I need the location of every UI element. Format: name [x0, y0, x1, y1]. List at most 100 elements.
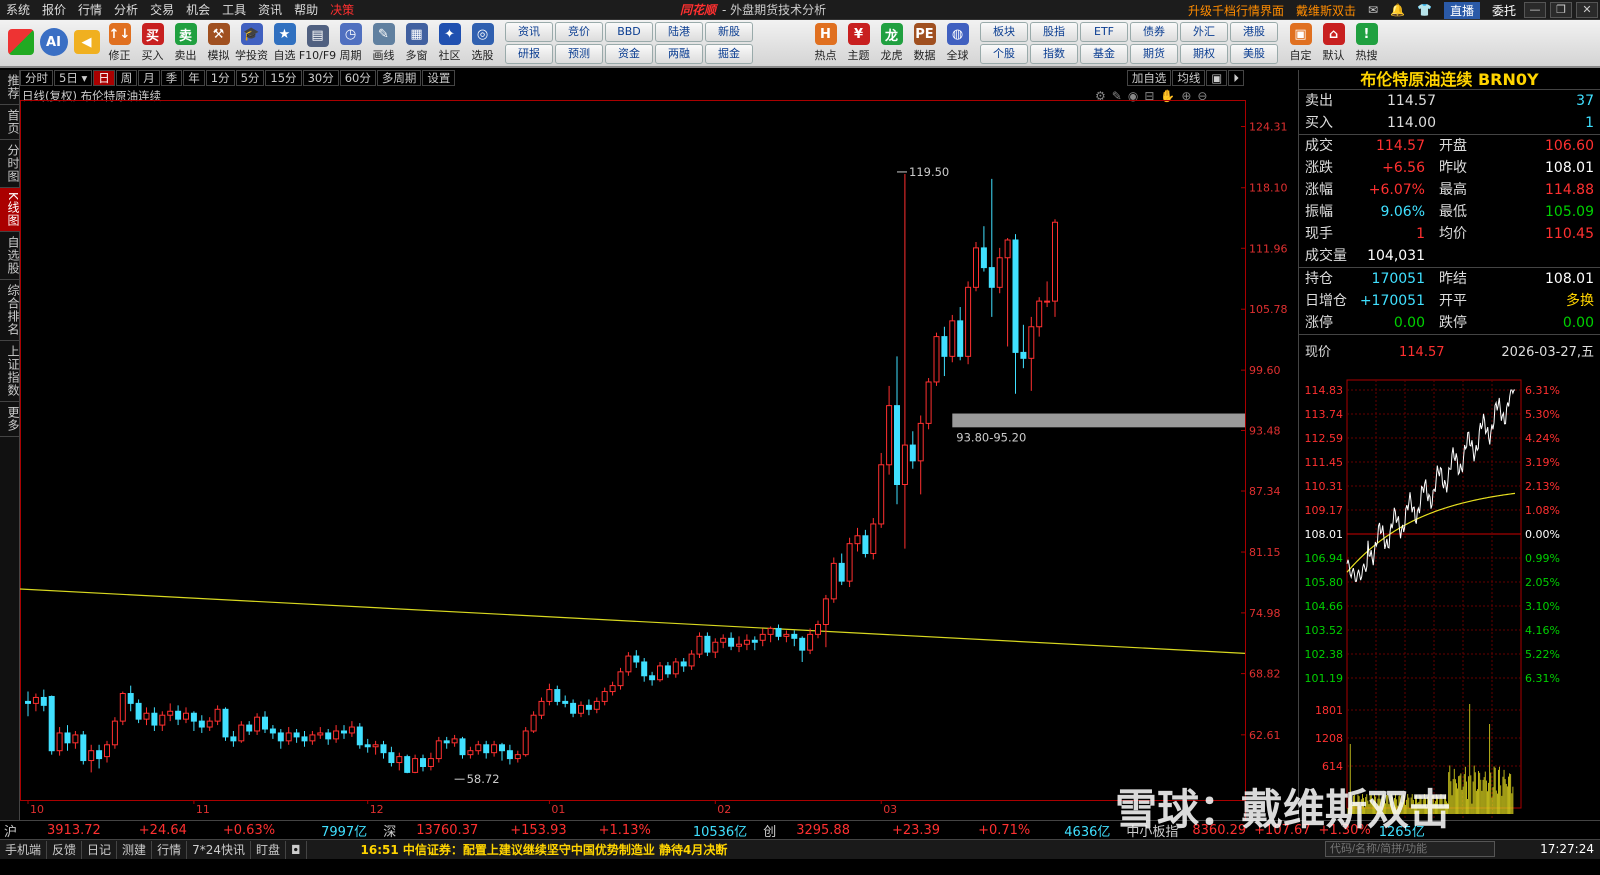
buttons-button-7[interactable]: ◷ 周期: [334, 20, 367, 66]
upgrade-link[interactable]: 升级千档行情界面: [1188, 2, 1284, 19]
bottom-tab-watch[interactable]: 盯盘: [251, 840, 286, 859]
grid2-item-6[interactable]: 个股: [980, 44, 1028, 64]
ai-button[interactable]: AI: [37, 20, 70, 66]
grid2-item-4[interactable]: 外汇: [1180, 22, 1228, 42]
period-5day[interactable]: 5日 ▾: [54, 70, 93, 86]
menu-trade[interactable]: 交易: [144, 0, 180, 20]
layout-icon[interactable]: ▣: [1206, 70, 1228, 86]
buttons-button-11[interactable]: ◎ 选股: [466, 20, 499, 66]
grid2-item-3[interactable]: 债券: [1130, 22, 1178, 42]
period-day[interactable]: 日: [93, 70, 115, 86]
period-15min[interactable]: 15分: [265, 70, 302, 86]
live-button[interactable]: 直播: [1443, 1, 1480, 19]
buttons2-button-1[interactable]: ¥ 主题: [842, 20, 875, 66]
grid-item-0[interactable]: 资讯: [505, 22, 553, 42]
close-icon[interactable]: ✕: [1576, 2, 1598, 18]
buttons-button-0[interactable]: ↑↓ 修正: [103, 20, 136, 66]
buttons-button-1[interactable]: 买买入: [136, 20, 169, 66]
user-name[interactable]: 戴维斯双击: [1296, 2, 1356, 19]
buttons2-button-4[interactable]: ◍ 全球: [941, 20, 974, 66]
add-watchlist-button[interactable]: 加自选: [1126, 70, 1172, 86]
expand-icon[interactable]: ⏵: [1228, 70, 1244, 86]
bottom-tab-mobile[interactable]: 手机端: [0, 840, 48, 859]
bottom-tab-flash[interactable]: 7*24快讯: [187, 840, 251, 859]
grid-item-3[interactable]: 陆港: [655, 22, 703, 42]
grid-item-6[interactable]: 研报: [505, 44, 553, 64]
bottom-tab-feedback[interactable]: 反馈: [47, 840, 83, 859]
bell-icon[interactable]: 🔔: [1390, 3, 1405, 17]
news-ticker[interactable]: 16:51 中信证券：配置上建议继续坚守中国优势制造业 静待4月决断: [361, 841, 728, 858]
buttons-button-4[interactable]: 🎓 学投资: [235, 20, 268, 66]
left-tab-recommend[interactable]: 推荐: [0, 70, 20, 105]
buttons-button-5[interactable]: ★ 自选: [268, 20, 301, 66]
period-month[interactable]: 月: [138, 70, 160, 86]
buttons-button-9[interactable]: ▦ 多窗: [400, 20, 433, 66]
grid2-item-9[interactable]: 期货: [1130, 44, 1178, 64]
period-settings[interactable]: 设置: [422, 70, 456, 86]
left-tab-timeshare[interactable]: 分时图: [0, 140, 20, 188]
grid-item-9[interactable]: 两融: [655, 44, 703, 64]
buttons-button-10[interactable]: ✦ 社区: [433, 20, 466, 66]
bottom-tab-test[interactable]: 测建: [117, 840, 153, 859]
menu-quote[interactable]: 报价: [36, 0, 72, 20]
buttons-button-6[interactable]: ▤ F10/F9: [299, 20, 336, 66]
buttons3-button-0[interactable]: ▣ 自定: [1284, 20, 1317, 66]
left-tab-more[interactable]: 更多: [0, 402, 20, 437]
left-tab-ranking[interactable]: 综合排名: [0, 280, 20, 341]
grid-item-1[interactable]: 竞价: [555, 22, 603, 42]
intraday-chart[interactable]: 114.83 6.31% 113.74 5.30% 112.59 4.24% 111.45 3…: [1299, 378, 1600, 820]
grid-item-10[interactable]: 掘金: [705, 44, 753, 64]
grid2-item-8[interactable]: 基金: [1080, 44, 1128, 64]
period-multi[interactable]: 多周期: [376, 70, 422, 86]
ma-button[interactable]: 均线: [1172, 70, 1206, 86]
grid-item-8[interactable]: 资金: [605, 44, 653, 64]
buttons-button-3[interactable]: ⚒ 模拟: [202, 20, 235, 66]
delegate-button[interactable]: 委托: [1492, 2, 1516, 19]
menu-market[interactable]: 行情: [72, 0, 108, 20]
grid2-item-1[interactable]: 股指: [1030, 22, 1078, 42]
period-week[interactable]: 周: [115, 70, 138, 86]
menu-system[interactable]: 系统: [0, 0, 36, 20]
period-year[interactable]: 年: [183, 70, 205, 86]
buttons3-button-2[interactable]: ! 热搜: [1350, 20, 1383, 66]
left-tab-sh-index[interactable]: 上证指数: [0, 341, 20, 402]
restore-icon[interactable]: ❐: [1550, 2, 1572, 18]
grid-item-2[interactable]: BBD: [605, 22, 653, 42]
period-quarter[interactable]: 季: [160, 70, 183, 86]
home-tile-button[interactable]: [4, 20, 37, 66]
search-input[interactable]: [1325, 841, 1495, 857]
buttons3-button-1[interactable]: ⌂ 默认: [1317, 20, 1350, 66]
grid2-item-5[interactable]: 港股: [1230, 22, 1278, 42]
grid2-item-0[interactable]: 板块: [980, 22, 1028, 42]
period-30min[interactable]: 30分: [302, 70, 339, 86]
period-1min[interactable]: 1分: [205, 70, 235, 86]
menu-opportunity[interactable]: 机会: [180, 0, 216, 20]
left-tab-kline[interactable]: K线图: [0, 188, 20, 232]
buttons2-button-0[interactable]: H 热点: [809, 20, 842, 66]
mail-icon[interactable]: ✉: [1368, 3, 1378, 17]
buttons-button-2[interactable]: 卖卖出: [169, 20, 202, 66]
left-tab-watchlist[interactable]: 自选股: [0, 232, 20, 280]
period-timeshare[interactable]: 分时: [20, 70, 53, 86]
shirt-icon[interactable]: 👕: [1417, 3, 1432, 17]
minimize-icon[interactable]: —: [1524, 2, 1546, 18]
bottom-tab-diary[interactable]: 日记: [82, 840, 118, 859]
grid-item-4[interactable]: 新股: [705, 22, 753, 42]
period-60min[interactable]: 60分: [339, 70, 376, 86]
grid2-item-7[interactable]: 指数: [1030, 44, 1078, 64]
buttons-button-8[interactable]: ✎ 画线: [367, 20, 400, 66]
period-5min[interactable]: 5分: [235, 70, 265, 86]
buttons2-button-2[interactable]: 龙龙虎: [875, 20, 908, 66]
menu-news[interactable]: 资讯: [252, 0, 288, 20]
grid2-item-11[interactable]: 美股: [1230, 44, 1278, 64]
grid2-item-2[interactable]: ETF: [1080, 22, 1128, 42]
grid2-item-10[interactable]: 期权: [1180, 44, 1228, 64]
left-tab-home[interactable]: 首页: [0, 105, 20, 140]
kline-chart[interactable]: 124.31 118.10 111.96 105.78 99.60 93.48 87.34 8…: [20, 100, 1298, 820]
camera-icon[interactable]: ◘: [286, 840, 307, 859]
menu-tools[interactable]: 工具: [216, 0, 252, 20]
back-button[interactable]: ◀: [70, 20, 103, 66]
menu-analysis[interactable]: 分析: [108, 0, 144, 20]
menu-help[interactable]: 帮助: [288, 0, 324, 20]
grid-item-7[interactable]: 预测: [555, 44, 603, 64]
